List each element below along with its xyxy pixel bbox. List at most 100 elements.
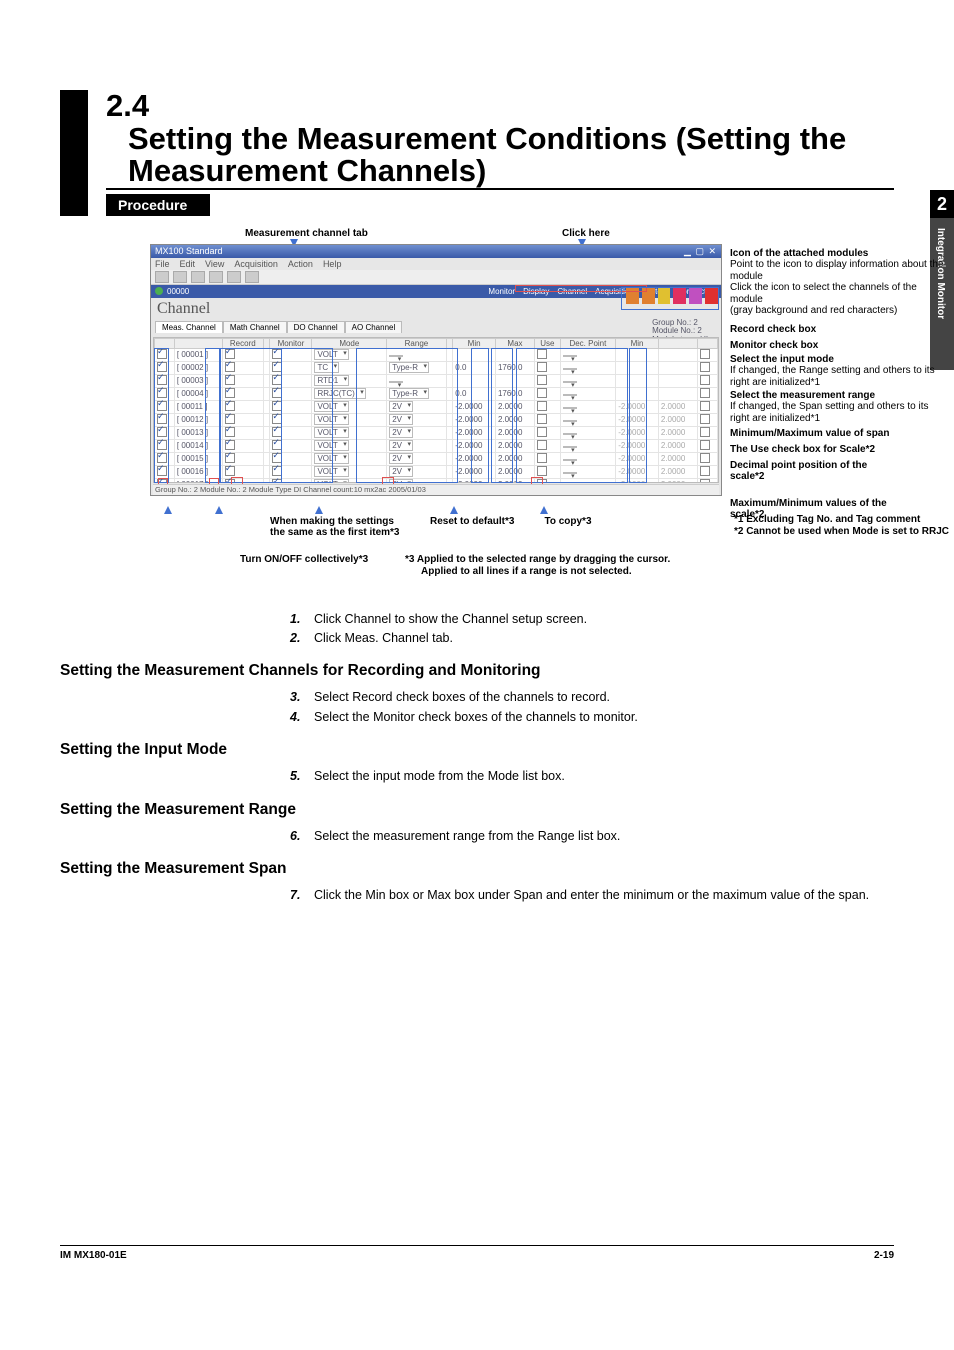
grid-cell[interactable] bbox=[697, 387, 717, 400]
grid-col: Use bbox=[535, 338, 561, 348]
menu-help[interactable]: Help bbox=[323, 259, 342, 269]
step-num: 6. bbox=[290, 827, 304, 846]
arrow-up-icon bbox=[540, 506, 548, 514]
toolbar-icon[interactable] bbox=[209, 271, 223, 283]
grid-cell[interactable] bbox=[697, 361, 717, 374]
fn3-a: *3 Applied to the selected range by drag… bbox=[405, 554, 670, 566]
grid-cell[interactable] bbox=[658, 348, 697, 361]
step-4: Select the Monitor check boxes of the ch… bbox=[314, 708, 638, 727]
menu-view[interactable]: View bbox=[205, 259, 224, 269]
grid-cell[interactable] bbox=[697, 439, 717, 452]
grid-cell[interactable] bbox=[697, 478, 717, 483]
section-header: 2.4 Setting the Measurement Conditions (… bbox=[60, 90, 894, 216]
window-controls-icon[interactable]: ▁ ▢ ✕ bbox=[684, 246, 717, 257]
window-title: MX100 Standard bbox=[155, 246, 223, 257]
grid-cell[interactable]: 2.0000 bbox=[658, 439, 697, 452]
fig-label-right: Click here bbox=[562, 228, 610, 239]
step-5: Select the input mode from the Mode list… bbox=[314, 767, 565, 786]
toolbar-icon[interactable] bbox=[155, 271, 169, 283]
grid-cell[interactable] bbox=[697, 400, 717, 413]
sub-h4: Setting the Measurement Span bbox=[60, 860, 894, 878]
grid-cell[interactable] bbox=[658, 387, 697, 400]
grid-col: Dec. Point bbox=[560, 338, 616, 348]
co-monitor: Monitor check box bbox=[730, 340, 818, 351]
grid-col bbox=[697, 338, 717, 348]
grid-cell[interactable]: 2.0000 bbox=[658, 400, 697, 413]
toolbar-icon[interactable] bbox=[227, 271, 241, 283]
step-7: Click the Min box or Max box under Span … bbox=[314, 886, 869, 905]
toolbar-icon[interactable] bbox=[173, 271, 187, 283]
step-num: 2. bbox=[290, 629, 304, 648]
step-6: Select the measurement range from the Ra… bbox=[314, 827, 620, 846]
grid-col: Mode bbox=[312, 338, 387, 348]
arrow-up-icon bbox=[215, 506, 223, 514]
step-2: Click Meas. Channel tab. bbox=[314, 629, 453, 648]
grid-cell[interactable] bbox=[697, 374, 717, 387]
nav-app-id: 00000 bbox=[167, 287, 189, 296]
chapter-tab-number: 2 bbox=[930, 190, 954, 218]
section-accent bbox=[60, 90, 88, 216]
menu-edit[interactable]: Edit bbox=[180, 259, 196, 269]
legend-1: *1 Excluding Tag No. and Tag comment bbox=[734, 514, 949, 527]
grid-cell[interactable]: 2.0000 bbox=[658, 426, 697, 439]
grid-cell[interactable] bbox=[697, 426, 717, 439]
step-num: 3. bbox=[290, 688, 304, 707]
nav-monitor[interactable]: Monitor bbox=[488, 287, 515, 296]
figure: Measurement channel tab Click here MX100… bbox=[150, 230, 894, 590]
status-bar: Group No.: 2 Module No.: 2 Module Type D… bbox=[153, 484, 719, 495]
grid-col bbox=[263, 338, 270, 348]
grid-cell[interactable]: 2.0000 bbox=[658, 478, 697, 483]
grid-cell[interactable] bbox=[697, 348, 717, 361]
status-bar-text: Group No.: 2 Module No.: 2 Module Type D… bbox=[153, 485, 426, 494]
toolbar-icon[interactable] bbox=[245, 271, 259, 283]
step-num: 7. bbox=[290, 886, 304, 905]
footer-right: 2-19 bbox=[874, 1250, 894, 1261]
tab-meas-channel[interactable]: Meas. Channel bbox=[155, 321, 223, 333]
grid-cell[interactable] bbox=[658, 374, 697, 387]
legend-2: *2 Cannot be used when Mode is set to RR… bbox=[734, 526, 949, 539]
co-measrange-t: Select the measurement range bbox=[730, 390, 875, 401]
sub-h1: Setting the Measurement Channels for Rec… bbox=[60, 662, 894, 680]
below-reset: Reset to default*3 bbox=[430, 516, 514, 539]
section-title: Setting the Measurement Conditions (Sett… bbox=[128, 123, 894, 188]
grid-col: Range bbox=[387, 338, 446, 348]
grid-cell[interactable] bbox=[697, 465, 717, 478]
grid-cell[interactable] bbox=[658, 361, 697, 374]
toolbar-icon[interactable] bbox=[191, 271, 205, 283]
arrow-up-icon bbox=[164, 506, 172, 514]
grid-cell[interactable] bbox=[697, 413, 717, 426]
step-num: 1. bbox=[290, 610, 304, 629]
footer-left: IM MX180-01E bbox=[60, 1250, 127, 1261]
step-num: 5. bbox=[290, 767, 304, 786]
tab-math-channel[interactable]: Math Channel bbox=[223, 321, 287, 333]
tab-do-channel[interactable]: DO Channel bbox=[287, 321, 345, 333]
grid-col: Min bbox=[453, 338, 496, 348]
sub-h2: Setting the Input Mode bbox=[60, 741, 894, 759]
co-modules-l3: (gray background and red characters) bbox=[730, 305, 897, 316]
step-num: 4. bbox=[290, 708, 304, 727]
co-modules-l2: Click the icon to select the channels of… bbox=[730, 282, 917, 305]
menu-action[interactable]: Action bbox=[288, 259, 313, 269]
co-modules-l1: Point to the icon to display information… bbox=[730, 259, 943, 282]
fig-label-left: Measurement channel tab bbox=[245, 228, 368, 239]
arrow-up-icon bbox=[450, 506, 458, 514]
co-inputmode-l: If changed, the Range setting and others… bbox=[730, 365, 935, 388]
below-same: When making the settings the same as the… bbox=[270, 516, 400, 539]
tab-ao-channel[interactable]: AO Channel bbox=[345, 321, 403, 333]
co-modules-title: Icon of the attached modules bbox=[730, 248, 868, 259]
co-decpt: Decimal point position of the scale*2 bbox=[730, 460, 867, 483]
menu-acquisition[interactable]: Acquisition bbox=[234, 259, 278, 269]
section-number: 2.4 bbox=[106, 90, 149, 123]
grid-col: Min bbox=[616, 338, 659, 348]
grid-cell[interactable]: 2.0000 bbox=[658, 465, 697, 478]
menu-file[interactable]: File bbox=[155, 259, 170, 269]
sub-h3: Setting the Measurement Range bbox=[60, 801, 894, 819]
below-copy: To copy*3 bbox=[544, 516, 591, 539]
screenshot: MX100 Standard ▁ ▢ ✕ File Edit View Acqu… bbox=[150, 244, 722, 496]
status-dot-icon bbox=[155, 287, 163, 295]
grid-cell[interactable]: 2.0000 bbox=[658, 452, 697, 465]
grid-cell[interactable]: 2.0000 bbox=[658, 413, 697, 426]
co-usescale: The Use check box for Scale*2 bbox=[730, 444, 875, 455]
procedure-label: Procedure bbox=[106, 194, 210, 216]
grid-cell[interactable] bbox=[697, 452, 717, 465]
